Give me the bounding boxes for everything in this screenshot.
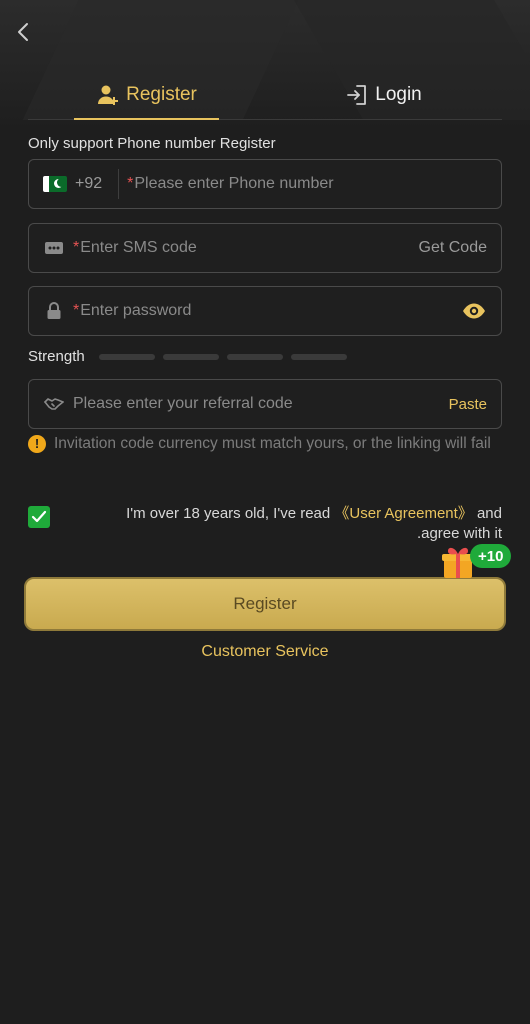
tab-register[interactable]: Register	[28, 70, 265, 120]
eye-icon[interactable]	[461, 298, 487, 324]
bonus-badge: +10	[470, 544, 512, 568]
strength-bar	[226, 353, 283, 360]
auth-tabs: Register Login	[28, 70, 502, 120]
phone-placeholder: Please enter Phone number	[134, 175, 334, 192]
password-strength: Strength	[28, 348, 347, 365]
agreement-checkbox[interactable]	[28, 506, 50, 528]
phone-field[interactable]: +92 * Please enter Phone number	[28, 159, 502, 209]
country-code[interactable]: +92	[75, 169, 120, 199]
required-mark: *	[127, 175, 134, 192]
agreement-row: I'm over 18 years old, I've read 《User A…	[28, 504, 502, 544]
gift-icon	[442, 547, 474, 578]
pakistan-flag-icon	[43, 176, 67, 192]
checkmark-icon	[31, 510, 47, 523]
add-user-icon	[98, 85, 119, 105]
login-door-icon	[347, 84, 367, 105]
agreement-text-before: I'm over 18 years old, I've read	[126, 505, 335, 522]
handshake-icon	[43, 393, 65, 415]
register-page: Register Login Only support Phone number…	[0, 0, 530, 1024]
lock-icon	[43, 300, 65, 322]
password-placeholder: Enter password	[80, 302, 192, 319]
paste-button[interactable]: Paste	[449, 396, 487, 413]
strength-bar	[162, 353, 219, 360]
required-mark: *	[73, 239, 80, 256]
required-mark: *	[73, 302, 80, 319]
sms-code-field[interactable]: * Enter SMS code Get Code	[28, 223, 502, 273]
referral-placeholder: Please enter your referral code	[73, 395, 293, 412]
strength-label: Strength	[28, 348, 85, 365]
password-field[interactable]: * Enter password	[28, 286, 502, 336]
get-code-button[interactable]: Get Code	[419, 239, 487, 257]
user-agreement-link[interactable]: 《User Agreement》	[334, 505, 472, 522]
referral-warning: ! Invitation code currency must match yo…	[28, 433, 502, 455]
customer-service-link[interactable]: Customer Service	[0, 643, 530, 661]
tab-register-label: Register	[126, 83, 197, 105]
warning-text: Invitation code currency must match your…	[54, 435, 491, 452]
agreement-text: I'm over 18 years old, I've read 《User A…	[82, 504, 502, 544]
section-label: Only support Phone number Register	[28, 135, 276, 152]
strength-bar	[290, 353, 347, 360]
tab-login-label: Login	[375, 83, 422, 105]
sms-placeholder: Enter SMS code	[80, 239, 197, 256]
warning-icon: !	[28, 435, 46, 453]
sms-dots-icon	[43, 237, 65, 259]
tab-login[interactable]: Login	[265, 70, 502, 119]
referral-code-field[interactable]: Please enter your referral code Paste	[28, 379, 502, 429]
back-arrow-icon[interactable]	[12, 20, 36, 44]
strength-bar	[98, 353, 155, 360]
register-button[interactable]: Register	[24, 577, 506, 631]
